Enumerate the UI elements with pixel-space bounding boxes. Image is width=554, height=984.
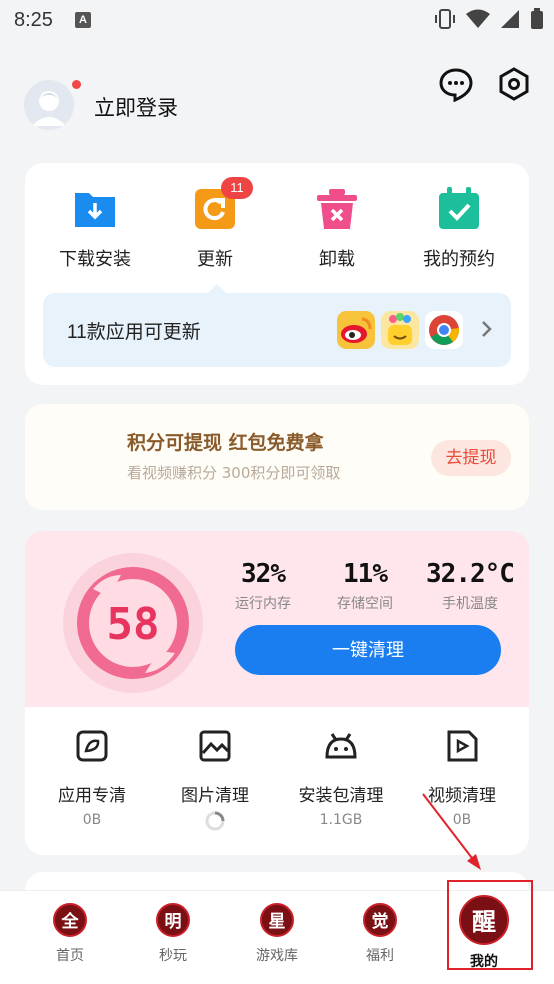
score-value: 58 [107,599,160,650]
chevron-right-icon [482,321,492,337]
cleaner-summary: 58 32% 运行内存 11% 存储空间 32.2°C 手机温度 一键清理 [25,531,529,707]
tool-value: 0B [82,812,102,828]
settings-icon[interactable] [496,66,532,102]
video-icon [447,730,478,762]
memory-stat: 32% 运行内存 [218,559,308,613]
tool-label: 应用专清 [58,786,126,805]
promo-card[interactable]: 积分可提现 红包免费拿 看视频赚积分 300积分即可领取 去提现 [25,404,529,510]
highlight-box [447,880,533,970]
app-clean-icon [76,730,108,762]
tab-game-library[interactable]: 星 游戏库 [232,903,322,965]
app-icon-yellow [381,311,419,349]
tool-label: 安装包清理 [298,786,384,805]
update-button[interactable]: 11 更新 [163,177,267,271]
download-install-button[interactable]: 下载安装 [43,187,147,271]
one-click-clean-button[interactable]: 一键清理 [235,625,501,675]
stat-label: 手机温度 [442,596,498,612]
chrome-app-icon [425,311,463,349]
android-icon [325,733,357,759]
update-available-text: 11款应用可更新 [67,322,201,343]
signal-icon [501,10,519,28]
tool-value: 0B [452,812,472,828]
stat-value: 32.2°C [426,559,515,589]
image-clean-tool[interactable]: 图片清理 [160,729,270,836]
login-link[interactable]: 立即登录 [94,92,178,122]
default-avatar-icon [24,80,74,130]
tab-label: 福利 [366,948,394,964]
tool-label: 图片清理 [181,786,249,805]
update-count-badge: 11 [221,177,253,199]
status-icons [434,8,544,30]
battery-icon [531,8,543,29]
stat-label: 运行内存 [235,596,291,612]
tab-home[interactable]: 全 首页 [25,903,115,965]
quick-actions-card: 下载安装 11 更新 卸载 我的预约 11款应用可更新 [25,163,529,385]
instant-play-tab-icon: 明 [156,903,190,937]
vibrate-icon [435,9,455,29]
weibo-app-icon [337,311,375,349]
download-icon [73,187,117,231]
my-reservations-button[interactable]: 我的预约 [407,187,511,271]
status-bar: 8:25 A [0,0,554,40]
app-clean-tool[interactable]: 应用专清 0B [37,729,147,828]
notification-dot [72,80,81,89]
trash-icon [315,187,359,231]
home-tab-icon: 全 [53,903,87,937]
temperature-stat: 32.2°C 手机温度 [418,559,522,613]
tab-instant-play[interactable]: 明 秒玩 [128,903,218,965]
loading-spinner-icon [205,811,225,831]
status-time: 8:25 [14,8,53,31]
update-icon: 11 [193,177,253,231]
score-ring[interactable]: 58 [63,553,203,693]
message-icon[interactable] [438,66,474,102]
tab-label: 游戏库 [256,948,298,964]
profile-header: 立即登录 [0,40,554,160]
withdraw-button[interactable]: 去提现 [431,440,511,476]
stat-label: 存储空间 [337,596,393,612]
game-library-tab-icon: 星 [260,903,294,937]
quick-label: 下载安装 [59,249,131,269]
quick-label: 我的预约 [423,249,495,269]
cleaner-card: 58 32% 运行内存 11% 存储空间 32.2°C 手机温度 一键清理 应用… [25,531,529,855]
tab-label: 秒玩 [159,948,187,964]
benefits-tab-icon: 觉 [363,903,397,937]
image-icon [199,730,231,762]
notification-icon: A [74,12,91,28]
quick-label: 更新 [197,249,233,269]
promo-title: 积分可提现 红包免费拿 [127,432,324,454]
promo-subtitle: 看视频赚积分 300积分即可领取 [127,464,341,482]
tool-value: 1.1GB [319,812,363,828]
stat-value: 32% [241,559,286,589]
tool-label: 视频清理 [428,786,496,805]
tab-benefits[interactable]: 觉 福利 [335,903,425,965]
tab-label: 首页 [56,948,84,964]
calendar-check-icon [437,187,481,231]
wifi-icon [466,9,490,28]
update-available-bar[interactable]: 11款应用可更新 [43,284,511,367]
video-clean-tool[interactable]: 视频清理 0B [407,729,517,828]
avatar[interactable] [24,80,74,130]
apk-clean-tool[interactable]: 安装包清理 1.1GB [283,729,399,828]
storage-stat: 11% 存储空间 [320,559,410,613]
quick-label: 卸载 [319,249,355,269]
uninstall-button[interactable]: 卸载 [285,187,389,271]
stat-value: 11% [343,559,388,589]
